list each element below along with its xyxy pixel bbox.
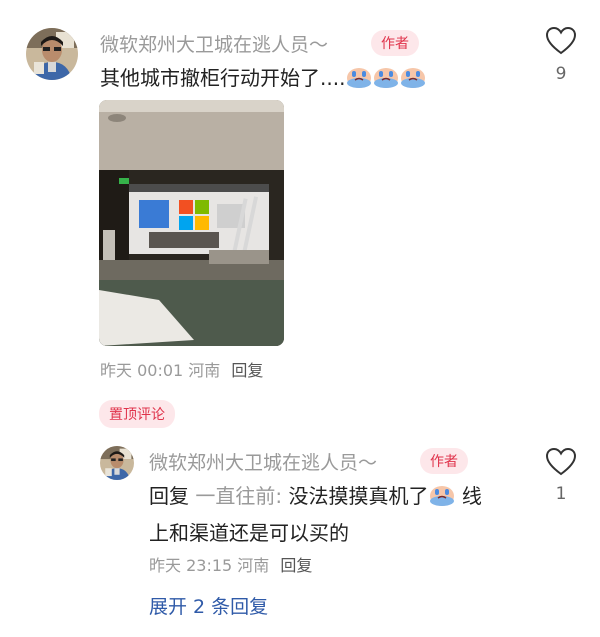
like-count: 9 [555, 64, 567, 84]
reply-prefix: 回复 [149, 484, 189, 508]
crying-face-icon [373, 65, 399, 94]
reply-text: 回复 一直往前: 没法摸摸真机了 线 上和渠道还是可以买的 [149, 480, 519, 550]
author-badge: 作者 [371, 30, 419, 56]
comment-text-content: 其他城市撤柜行动开始了.... [100, 66, 346, 90]
reply-time: 昨天 23:15 [149, 556, 233, 575]
comment-location: 河南 [188, 361, 221, 380]
comment-time: 昨天 00:01 [100, 361, 184, 380]
reply-location: 河南 [237, 556, 270, 575]
reply-reply-button[interactable]: 回复 [280, 556, 312, 575]
like-heart-icon[interactable] [545, 26, 577, 55]
comment-text: 其他城市撤柜行动开始了.... [100, 62, 426, 94]
reply-button[interactable]: 回复 [231, 361, 263, 380]
quoted-user[interactable]: 一直往前: [195, 484, 282, 508]
reply-avatar[interactable] [100, 446, 134, 480]
reply-text-line2: 上和渠道还是可以买的 [149, 521, 349, 545]
reply-like-heart-icon[interactable] [545, 447, 577, 476]
crying-face-icon [400, 65, 426, 94]
crying-face-icon [429, 483, 455, 517]
comment-username[interactable]: 微软郑州大卫城在逃人员～ [100, 30, 328, 57]
reply-text-part2: 线 [455, 484, 482, 508]
reply-meta: 昨天 23:15 河南 回复 [149, 552, 312, 576]
pinned-comment-badge: 置顶评论 [99, 400, 175, 428]
comment-photo[interactable] [99, 100, 284, 346]
reply-username[interactable]: 微软郑州大卫城在逃人员～ [149, 448, 377, 475]
expand-replies-link[interactable]: 展开 2 条回复 [149, 592, 268, 619]
reply-author-badge: 作者 [420, 448, 468, 474]
reply-like-count: 1 [555, 484, 567, 504]
reply-text-part1: 没法摸摸真机了 [288, 484, 429, 508]
comment-meta: 昨天 00:01 河南 回复 [100, 357, 263, 381]
avatar[interactable] [26, 28, 78, 80]
crying-face-icon [346, 65, 372, 94]
